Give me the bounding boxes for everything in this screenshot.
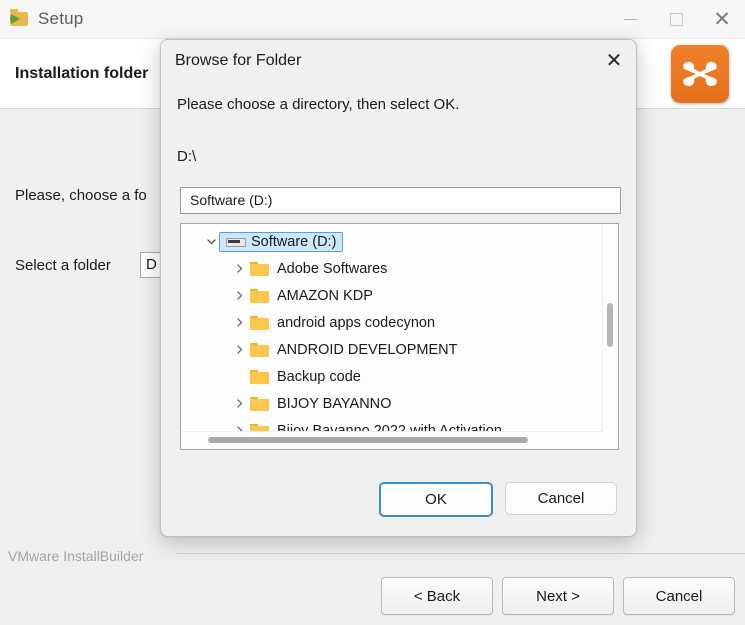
back-button[interactable]: < Back [381,577,493,615]
dialog-prompt: Please choose a directory, then select O… [177,96,460,113]
tree-row[interactable]: AMAZON KDP [181,282,603,309]
folder-icon [250,369,269,385]
footer-divider [176,553,745,554]
folder-icon [250,288,269,304]
tree-vertical-scrollbar[interactable] [602,225,617,431]
folder-tree-items: Software (D:) Adobe Softwares AMAZON KDP [181,224,603,432]
folder-name-input[interactable]: Software (D:) [180,187,621,214]
tree-item-label: Software (D:) [251,233,337,250]
chevron-right-icon[interactable] [231,342,247,358]
maximize-icon [669,12,683,26]
next-button[interactable]: Next > [502,577,614,615]
current-path-label: D:\ [177,148,197,165]
chevron-right-icon[interactable] [231,261,247,277]
select-folder-label: Select a folder [15,257,111,274]
folder-icon [250,315,269,331]
tree-root-selected[interactable]: Software (D:) [219,231,344,252]
drive-icon [226,234,246,250]
dialog-titlebar: Browse for Folder ✕ [161,40,636,81]
chevron-right-icon[interactable] [231,396,247,412]
tree-row[interactable]: ANDROID DEVELOPMENT [181,336,603,363]
close-window-button[interactable]: ✕ [699,0,745,38]
tree-item-label: ANDROID DEVELOPMENT [277,341,458,358]
tree-item-label: BIJOY BAYANNO [277,395,392,412]
setup-titlebar: Setup ✕ [0,0,745,39]
tree-item-label: AMAZON KDP [277,287,373,304]
dialog-close-button[interactable]: ✕ [592,40,636,81]
dialog-cancel-button[interactable]: Cancel [505,482,617,515]
tree-horizontal-scrollbar[interactable] [182,431,603,448]
horizontal-scrollbar-thumb[interactable] [208,437,528,443]
chevron-right-icon[interactable] [231,315,247,331]
folder-tree[interactable]: Software (D:) Adobe Softwares AMAZON KDP [180,223,619,450]
cancel-button[interactable]: Cancel [623,577,735,615]
folder-icon [250,261,269,277]
setup-folder-icon [10,9,28,28]
close-icon: ✕ [713,7,731,31]
vertical-scrollbar-thumb[interactable] [607,303,613,347]
maximize-button[interactable] [653,0,699,38]
xampp-logo [671,44,729,103]
chevron-right-icon[interactable] [231,288,247,304]
tree-row-root[interactable]: Software (D:) [181,228,603,255]
page-title: Installation folder [15,64,149,82]
close-icon: ✕ [605,50,623,72]
setup-instruction: Please, choose a fo [15,187,147,204]
folder-icon [250,396,269,412]
tree-item-label: android apps codecynon [277,314,436,331]
dialog-title: Browse for Folder [175,51,302,69]
tree-row[interactable]: Backup code [181,363,603,390]
dialog-button-bar: OK Cancel [161,482,636,517]
tree-row[interactable]: BIJOY BAYANNO [181,390,603,417]
ok-button[interactable]: OK [379,482,493,517]
minimize-icon [623,18,637,20]
tree-row[interactable]: Adobe Softwares [181,255,603,282]
window-title: Setup [38,9,84,28]
browse-for-folder-dialog: Browse for Folder ✕ Please choose a dire… [160,39,637,537]
installbuilder-branding: VMware InstallBuilder [8,548,144,564]
tree-item-label: Backup code [277,368,361,385]
tree-row[interactable]: Bijoy Bayanno 2022 with Activation [181,417,603,432]
tree-row[interactable]: android apps codecynon [181,309,603,336]
chevron-down-icon[interactable] [203,234,219,250]
tree-item-label: Adobe Softwares [277,260,388,277]
folder-icon [250,342,269,358]
setup-button-bar: < Back Next > Cancel [381,577,735,615]
minimize-button[interactable] [607,0,653,38]
